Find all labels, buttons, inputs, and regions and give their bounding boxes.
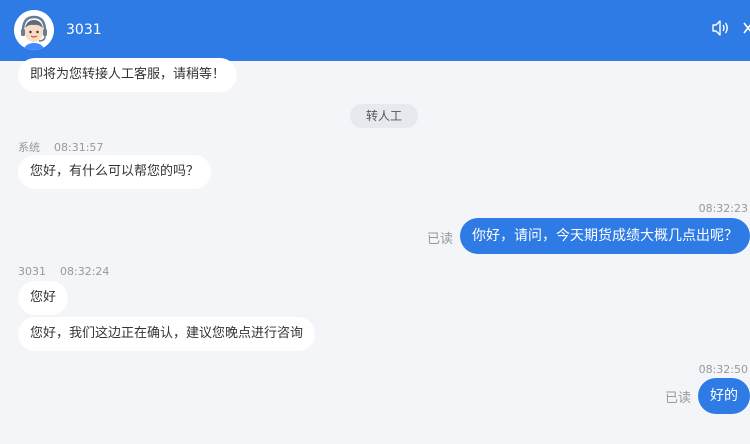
message-meta: 系统 08:31:57: [18, 139, 103, 155]
message-text: 你好，请问，今天期货成绩大概几点出呢？: [472, 228, 738, 244]
incoming-message: 您好，我们这边正在确认，建议您晚点进行咨询: [18, 317, 316, 351]
message-meta: 3031 08:32:24: [18, 265, 109, 278]
chat-header: 3031: [0, 0, 750, 61]
message-text: 即将为您转接人工客服，请稍等！: [30, 67, 226, 82]
system-notice: 转人工: [350, 104, 418, 128]
message-time: 08:32:24: [60, 265, 110, 278]
close-icon[interactable]: [742, 18, 750, 38]
speaker-icon[interactable]: [710, 18, 730, 38]
incoming-message: 您好: [18, 281, 69, 315]
agent-name: 3031: [66, 22, 102, 38]
message-text: 您好，我们这边正在确认，建议您晚点进行咨询: [30, 326, 304, 341]
outgoing-message: 好的: [698, 378, 750, 414]
sender-name: 系统: [18, 141, 40, 154]
agent-avatar-icon: [14, 10, 54, 50]
message-text: 好的: [710, 388, 738, 404]
incoming-message: 即将为您转接人工客服，请稍等！: [18, 58, 238, 92]
message-time: 08:32:23: [698, 202, 748, 215]
message-text: 您好，有什么可以帮您的吗？: [30, 164, 200, 179]
message-time: 08:31:57: [54, 141, 104, 154]
message-text: 您好: [30, 290, 57, 305]
read-status: 已读: [427, 232, 454, 247]
outgoing-message: 你好，请问，今天期货成绩大概几点出呢？: [460, 218, 750, 254]
agent-avatar: [14, 10, 54, 50]
incoming-message: 您好，有什么可以帮您的吗？: [18, 155, 212, 189]
read-status: 已读: [665, 391, 692, 406]
sender-name: 3031: [18, 265, 46, 278]
message-time: 08:32:50: [698, 363, 748, 376]
